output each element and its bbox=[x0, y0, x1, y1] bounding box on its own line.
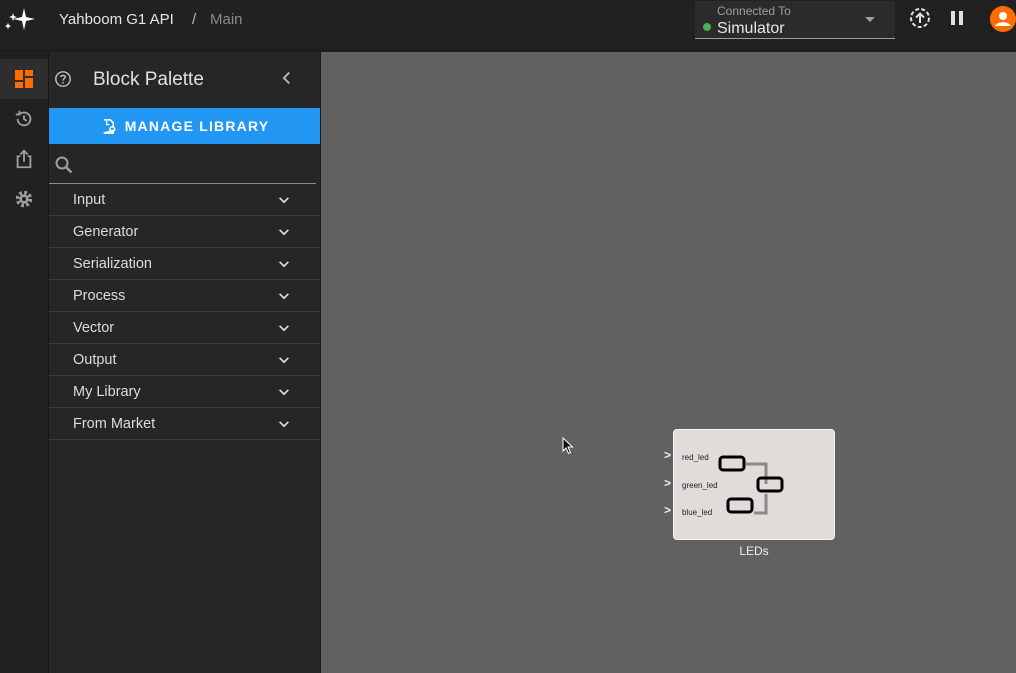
search-icon bbox=[55, 156, 73, 174]
port-arrow-icon[interactable]: > bbox=[664, 476, 671, 490]
chevron-down-icon bbox=[279, 389, 289, 396]
connection-label: Connected To bbox=[717, 4, 791, 18]
nav-history[interactable] bbox=[0, 99, 48, 139]
category-label: Vector bbox=[73, 320, 115, 336]
block-caption: LEDs bbox=[739, 544, 769, 558]
port-green-led[interactable]: green_led bbox=[682, 481, 718, 490]
category-label: Generator bbox=[73, 224, 139, 240]
help-icon[interactable] bbox=[54, 70, 72, 88]
nav-rail bbox=[0, 52, 49, 673]
library-settings-icon bbox=[103, 118, 116, 134]
category-process[interactable]: Process bbox=[49, 280, 320, 312]
category-label: Serialization bbox=[73, 256, 152, 272]
mouse-cursor-icon bbox=[562, 437, 574, 455]
connection-status-dot bbox=[703, 23, 711, 31]
breadcrumb-separator: / bbox=[192, 11, 197, 28]
category-vector[interactable]: Vector bbox=[49, 312, 320, 344]
chevron-down-icon bbox=[279, 197, 289, 204]
category-label: Process bbox=[73, 288, 126, 304]
upload-sync-icon[interactable] bbox=[908, 6, 932, 30]
category-from-market[interactable]: From Market bbox=[49, 408, 320, 440]
nav-settings[interactable] bbox=[0, 179, 48, 219]
chevron-down-icon bbox=[865, 17, 875, 22]
palette-search bbox=[49, 148, 316, 184]
chevron-down-icon bbox=[279, 325, 289, 332]
category-label: Input bbox=[73, 192, 106, 208]
palette-title: Block Palette bbox=[93, 69, 204, 90]
category-output[interactable]: Output bbox=[49, 344, 320, 376]
sparkle-logo-icon[interactable] bbox=[4, 4, 38, 34]
settings-icon bbox=[15, 190, 33, 208]
history-icon bbox=[15, 110, 32, 127]
manage-library-button[interactable]: MANAGE LIBRARY bbox=[49, 108, 320, 144]
category-label: My Library bbox=[73, 384, 141, 400]
export-icon bbox=[16, 149, 32, 169]
category-serialization[interactable]: Serialization bbox=[49, 248, 320, 280]
port-blue-led[interactable]: blue_led bbox=[682, 508, 712, 517]
dashboard-icon bbox=[15, 70, 33, 88]
connection-select[interactable]: Connected To Simulator bbox=[695, 1, 895, 39]
chevron-down-icon bbox=[279, 357, 289, 364]
breadcrumb-app[interactable]: Yahboom G1 API bbox=[59, 11, 174, 28]
account-icon bbox=[995, 12, 1011, 26]
category-generator[interactable]: Generator bbox=[49, 216, 320, 248]
category-input[interactable]: Input bbox=[49, 184, 320, 216]
chevron-left-icon[interactable] bbox=[278, 69, 296, 87]
group-block-icon bbox=[718, 455, 784, 515]
category-my-library[interactable]: My Library bbox=[49, 376, 320, 408]
category-list: Input Generator Serialization Process Ve… bbox=[49, 184, 320, 440]
breadcrumb-page: Main bbox=[210, 11, 243, 28]
nav-export[interactable] bbox=[0, 139, 48, 179]
port-arrow-icon[interactable]: > bbox=[664, 448, 671, 462]
account-avatar[interactable] bbox=[990, 6, 1016, 32]
manage-library-label: MANAGE LIBRARY bbox=[124, 118, 270, 134]
pause-icon[interactable] bbox=[945, 6, 969, 30]
port-red-led[interactable]: red_led bbox=[682, 453, 709, 462]
block-palette: Block Palette MANAGE LIBRARY Input Gener… bbox=[49, 52, 321, 673]
search-input[interactable] bbox=[81, 152, 311, 180]
leds-block[interactable]: > red_led > green_led > blue_led bbox=[664, 429, 835, 540]
palette-header: Block Palette bbox=[49, 52, 321, 108]
category-label: Output bbox=[73, 352, 117, 368]
workspace-canvas[interactable]: > red_led > green_led > blue_led LEDs bbox=[321, 52, 1016, 673]
connection-value: Simulator bbox=[717, 20, 785, 37]
nav-dashboard[interactable] bbox=[0, 59, 48, 99]
chevron-down-icon bbox=[279, 261, 289, 268]
top-bar: Yahboom G1 API / Main Connected To Simul… bbox=[0, 0, 1016, 51]
chevron-down-icon bbox=[279, 293, 289, 300]
chevron-down-icon bbox=[279, 229, 289, 236]
category-label: From Market bbox=[73, 416, 156, 432]
chevron-down-icon bbox=[279, 421, 289, 428]
port-arrow-icon[interactable]: > bbox=[664, 503, 671, 517]
